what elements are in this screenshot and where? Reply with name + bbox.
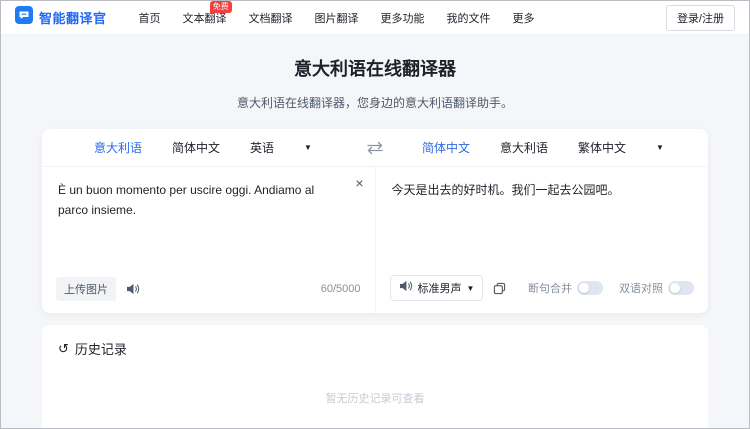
brand-logo[interactable]: 智能翻译官 — [15, 6, 107, 29]
nav-item-label: 更多功能 — [381, 13, 425, 25]
source-lang-tab-english[interactable]: 英语 — [250, 139, 274, 156]
history-title-row: ↺ 历史记录 — [58, 339, 692, 358]
target-lang-tab-simplified-chinese[interactable]: 简体中文 — [422, 139, 470, 156]
target-lang-tab-traditional-chinese[interactable]: 繁体中文 — [578, 139, 626, 156]
history-card: ↺ 历史记录 暂无历史记录可查看 — [42, 325, 708, 429]
nav-item-text-translate[interactable]: 文本翻译 免费 — [183, 10, 227, 26]
nav-item-more[interactable]: 更多 — [513, 10, 535, 26]
source-lang-chevron-down-icon[interactable]: ▼ — [304, 143, 312, 152]
target-lang-chevron-down-icon[interactable]: ▼ — [656, 143, 664, 152]
source-text-input[interactable]: È un buon momento per uscire oggi. Andia… — [42, 167, 375, 273]
free-badge: 免费 — [210, 1, 232, 13]
nav-item-my-files[interactable]: 我的文件 — [447, 10, 491, 26]
char-count: 60/5000 — [321, 283, 361, 295]
source-speaker-icon[interactable] — [126, 283, 140, 295]
nav-item-image-translate[interactable]: 图片翻译 — [315, 10, 359, 26]
page-subtitle: 意大利语在线翻译器，您身边的意大利语翻译助手。 — [1, 94, 749, 111]
brand-name: 智能翻译官 — [39, 8, 107, 27]
nav-item-label: 文档翻译 — [249, 13, 293, 25]
target-speaker-icon — [399, 279, 413, 297]
hero-section: 意大利语在线翻译器 意大利语在线翻译器，您身边的意大利语翻译助手。 — [1, 35, 749, 111]
target-language-tabs: 简体中文 意大利语 繁体中文 ▼ — [380, 139, 708, 156]
target-text-output: 今天是出去的好时机。我们一起去公园吧。 — [376, 167, 709, 271]
target-panel: 今天是出去的好时机。我们一起去公园吧。 标准男声 ▼ — [376, 167, 709, 313]
nav-item-more-features[interactable]: 更多功能 — [381, 10, 425, 26]
bilingual-compare-label: 双语对照 — [619, 280, 663, 296]
merge-sentences-switch[interactable] — [577, 281, 603, 295]
source-panel: È un buon momento per uscire oggi. Andia… — [42, 167, 376, 313]
main-nav: 首页 文本翻译 免费 文档翻译 图片翻译 更多功能 我的文件 更多 — [139, 10, 535, 26]
target-panel-footer: 标准男声 ▼ 断句合并 — [376, 271, 709, 313]
login-register-button[interactable]: 登录/注册 — [666, 5, 735, 31]
source-panel-footer: 上传图片 60/5000 — [42, 273, 375, 313]
voice-label: 标准男声 — [418, 280, 462, 296]
page: 智能翻译官 首页 文本翻译 免费 文档翻译 图片翻译 更多功能 我的文件 — [0, 0, 750, 429]
translator-card: 意大利语 简体中文 英语 ▼ 简体中文 意大利语 繁体中文 ▼ È — [42, 129, 708, 313]
top-navbar: 智能翻译官 首页 文本翻译 免费 文档翻译 图片翻译 更多功能 我的文件 — [1, 1, 749, 35]
page-title: 意大利语在线翻译器 — [1, 55, 749, 81]
nav-item-label: 更多 — [513, 13, 535, 25]
history-icon: ↺ — [58, 341, 69, 357]
target-lang-tab-italian[interactable]: 意大利语 — [500, 139, 548, 156]
nav-item-label: 首页 — [139, 13, 161, 25]
upload-image-button[interactable]: 上传图片 — [56, 277, 116, 301]
language-tabs-row: 意大利语 简体中文 英语 ▼ 简体中文 意大利语 繁体中文 ▼ — [42, 129, 708, 167]
history-empty-text: 暂无历史记录可查看 — [58, 390, 692, 406]
nav-item-label: 文本翻译 — [183, 13, 227, 25]
clear-text-icon[interactable]: × — [355, 176, 363, 190]
merge-sentences-toggle-item: 断句合并 — [528, 280, 603, 296]
history-title: 历史记录 — [75, 339, 127, 358]
voice-select[interactable]: 标准男声 ▼ — [390, 275, 484, 301]
bilingual-compare-toggle-item: 双语对照 — [619, 280, 694, 296]
toggle-group: 断句合并 双语对照 — [528, 280, 694, 296]
translation-panels: È un buon momento per uscire oggi. Andia… — [42, 167, 708, 313]
nav-item-label: 我的文件 — [447, 13, 491, 25]
nav-item-doc-translate[interactable]: 文档翻译 — [249, 10, 293, 26]
bilingual-compare-switch[interactable] — [668, 281, 694, 295]
voice-chevron-down-icon: ▼ — [467, 284, 475, 293]
app-logo-icon — [15, 6, 33, 29]
nav-item-home[interactable]: 首页 — [139, 10, 161, 26]
source-language-tabs: 意大利语 简体中文 英语 ▼ — [42, 139, 380, 156]
source-lang-tab-italian[interactable]: 意大利语 — [94, 139, 142, 156]
merge-sentences-label: 断句合并 — [528, 280, 572, 296]
copy-icon[interactable] — [493, 282, 506, 295]
nav-item-label: 图片翻译 — [315, 13, 359, 25]
swap-languages-icon[interactable] — [365, 141, 385, 155]
source-lang-tab-simplified-chinese[interactable]: 简体中文 — [172, 139, 220, 156]
